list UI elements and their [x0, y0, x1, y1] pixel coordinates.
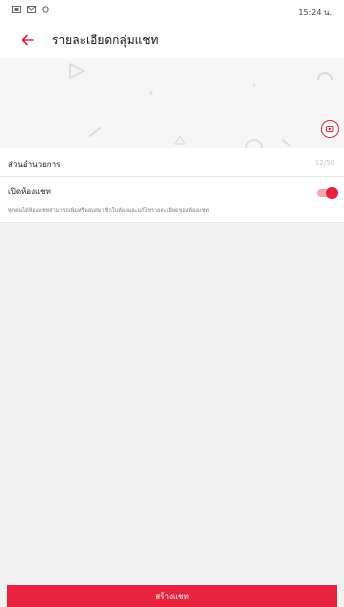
status-icons	[12, 6, 49, 13]
mail-icon	[27, 6, 36, 13]
status-bar: 15:24 น.	[0, 0, 344, 22]
cover-pattern	[69, 62, 333, 148]
app-header: รายละเอียดกลุ่มแชท	[0, 22, 344, 58]
page-title: รายละเอียดกลุ่มแชท	[52, 33, 159, 47]
notification-icon	[12, 6, 21, 13]
sync-icon	[42, 6, 49, 13]
toggle-knob	[326, 187, 338, 199]
create-chat-button[interactable]: สร้างแชท	[7, 585, 337, 607]
status-time: 15:24 น.	[298, 8, 332, 17]
camera-edit-icon	[326, 126, 334, 132]
ownership-label: ส่วนอำนวยการ	[8, 160, 61, 169]
back-button[interactable]	[18, 30, 38, 50]
divider	[0, 222, 344, 223]
open-chat-label: เปิดห้องแชท	[8, 187, 51, 196]
member-count: 12/50	[314, 159, 335, 167]
ownership-row: ส่วนอำนวยการ 12/50	[0, 148, 344, 176]
arrow-left-icon	[21, 34, 34, 46]
change-cover-button[interactable]	[321, 120, 339, 138]
open-chat-row: เปิดห้องแชท	[0, 177, 344, 222]
open-chat-description: ทุกคนได้ห้องแชทสามารถเพิ่มหรือลบสมาชิกใน…	[8, 208, 209, 214]
open-chat-toggle[interactable]	[316, 187, 338, 199]
group-cover-image[interactable]	[0, 58, 344, 148]
